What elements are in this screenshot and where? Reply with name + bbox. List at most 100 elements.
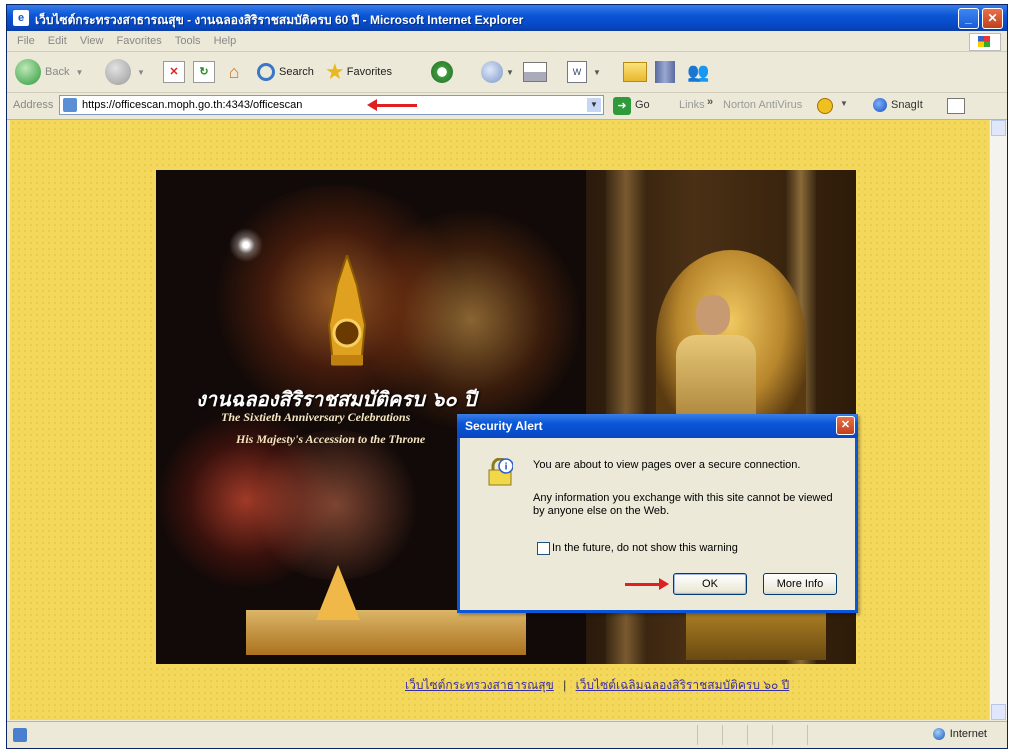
home-button[interactable]: ⌂ <box>223 58 245 86</box>
dialog-message-1: You are about to view pages over a secur… <box>533 459 801 471</box>
palace-illumination <box>246 610 526 655</box>
svg-text:i: i <box>504 463 507 473</box>
address-input[interactable]: https://officescan.moph.go.th:4343/offic… <box>59 95 604 115</box>
menu-view[interactable]: View <box>80 35 104 47</box>
favorites-button[interactable]: ★ Favorites <box>325 58 392 86</box>
snagit-window-icon[interactable] <box>947 98 965 114</box>
printer-icon <box>523 62 547 82</box>
chevron-down-icon[interactable]: ▼ <box>840 99 848 108</box>
minimize-button[interactable]: _ <box>958 8 979 29</box>
window-title: เว็บไซต์กระทรวงสาธารณสุข - งานฉลองสิริรา… <box>35 13 524 27</box>
dont-show-checkbox[interactable] <box>537 542 550 555</box>
messenger-button[interactable]: 👥 <box>687 58 709 86</box>
annotation-arrow-url <box>367 99 417 111</box>
address-bar: Address https://officescan.moph.go.th:43… <box>7 93 1007 120</box>
royal-emblem <box>327 255 367 366</box>
links-label[interactable]: Links <box>679 99 705 111</box>
refresh-button[interactable]: ↻ <box>193 58 215 86</box>
home-icon: ⌂ <box>228 62 240 82</box>
dialog-title-bar: Security Alert ✕ <box>457 414 858 438</box>
annotation-arrow-ok <box>625 578 669 590</box>
norton-label[interactable]: Norton AntiVirus <box>723 99 802 111</box>
standard-toolbar: Back ▼ ▼ ✕ ↻ ⌂ Search ★ Favorites ▼ W ▼ … <box>7 52 1007 93</box>
status-divider <box>772 725 773 745</box>
go-button[interactable]: Go <box>635 99 650 111</box>
close-button[interactable]: ✕ <box>982 8 1003 29</box>
royal-robe <box>676 335 756 415</box>
go-arrow-icon[interactable]: ➜ <box>613 97 631 115</box>
menu-bar: File Edit View Favorites Tools Help <box>7 31 1007 52</box>
mail-button[interactable]: ▼ <box>481 58 514 86</box>
page-status-icon <box>13 728 27 742</box>
snagit-label[interactable]: SnagIt <box>891 99 923 111</box>
sparkle <box>226 225 266 265</box>
security-alert-dialog: Security Alert ✕ i You are about to view… <box>457 414 858 613</box>
folder-icon <box>623 62 647 82</box>
edit-button[interactable]: W ▼ <box>567 58 601 86</box>
back-button[interactable]: Back ▼ <box>15 58 83 86</box>
history-button[interactable] <box>431 58 453 86</box>
link-separator: | <box>563 678 567 692</box>
menu-edit[interactable]: Edit <box>48 35 67 47</box>
link-celebration-website[interactable]: เว็บไซต์เฉลิมฉลองสิริราชสมบัติครบ ๖๐ ปี <box>576 678 790 692</box>
banner-subtitle-2: His Majesty's Accession to the Throne <box>236 432 426 446</box>
scroll-up-button[interactable] <box>991 120 1006 136</box>
norton-icon[interactable] <box>817 98 833 114</box>
refresh-icon: ↻ <box>193 61 215 83</box>
research-button[interactable] <box>655 58 675 86</box>
chevron-down-icon[interactable]: ▼ <box>506 68 514 77</box>
ie-window: e เว็บไซต์กระทรวงสาธารณสุข - งานฉลองสิริ… <box>6 4 1008 749</box>
books-icon <box>655 61 675 83</box>
security-zone: Internet <box>932 728 987 740</box>
more-info-button[interactable]: More Info <box>763 573 837 595</box>
dialog-title: Security Alert <box>465 419 543 433</box>
back-arrow-icon <box>15 59 41 85</box>
status-divider <box>697 725 698 745</box>
footer-links: เว็บไซต์กระทรวงสาธารณสุข | เว็บไซต์เฉลิม… <box>405 676 789 695</box>
word-icon: W <box>567 61 587 83</box>
menu-tools[interactable]: Tools <box>175 35 201 47</box>
dialog-message-2: Any information you exchange with this s… <box>533 492 833 517</box>
chevron-more-icon[interactable]: » <box>707 96 713 108</box>
ok-button[interactable]: OK <box>673 573 747 595</box>
status-divider <box>807 725 808 745</box>
king-portrait <box>696 295 730 335</box>
stop-button[interactable]: ✕ <box>163 58 185 86</box>
chevron-down-icon[interactable]: ▼ <box>75 68 83 77</box>
palace-spire <box>316 565 360 620</box>
status-divider <box>722 725 723 745</box>
dont-show-checkbox-label[interactable]: In the future, do not show this warning <box>552 542 738 554</box>
globe-icon <box>932 728 945 740</box>
link-moph-website[interactable]: เว็บไซต์กระทรวงสาธารณสุข <box>405 678 554 692</box>
menu-file[interactable]: File <box>17 35 35 47</box>
chevron-down-icon[interactable]: ▼ <box>137 68 145 77</box>
star-icon: ★ <box>325 59 345 84</box>
address-dropdown-icon[interactable]: ▼ <box>587 98 601 112</box>
chevron-down-icon[interactable]: ▼ <box>593 68 601 77</box>
windows-logo-icon <box>969 33 1001 51</box>
page-icon <box>63 98 77 112</box>
address-label: Address <box>13 99 54 111</box>
search-icon <box>257 63 275 81</box>
title-bar: e เว็บไซต์กระทรวงสาธารณสุข - งานฉลองสิริ… <box>7 5 1007 31</box>
folder-button[interactable] <box>623 58 647 86</box>
forward-arrow-icon <box>105 59 131 85</box>
vertical-scrollbar[interactable] <box>989 120 1007 720</box>
menu-help[interactable]: Help <box>214 35 237 47</box>
zone-label: Internet <box>949 728 987 740</box>
messenger-icon: 👥 <box>687 61 710 82</box>
search-button[interactable]: Search <box>257 58 314 86</box>
dialog-close-button[interactable]: ✕ <box>836 416 855 435</box>
forward-button[interactable]: ▼ <box>105 58 145 86</box>
lock-info-icon: i <box>488 458 513 486</box>
scroll-down-button[interactable] <box>991 704 1006 720</box>
mail-icon <box>481 61 503 83</box>
menu-favorites[interactable]: Favorites <box>117 35 162 47</box>
history-icon <box>431 61 453 83</box>
status-divider <box>747 725 748 745</box>
status-bar: Internet <box>7 721 1007 748</box>
print-button[interactable] <box>523 58 547 86</box>
ie-app-icon[interactable]: e <box>13 10 29 26</box>
snagit-icon[interactable] <box>873 98 887 112</box>
url-text[interactable]: https://officescan.moph.go.th:4343/offic… <box>82 99 302 111</box>
